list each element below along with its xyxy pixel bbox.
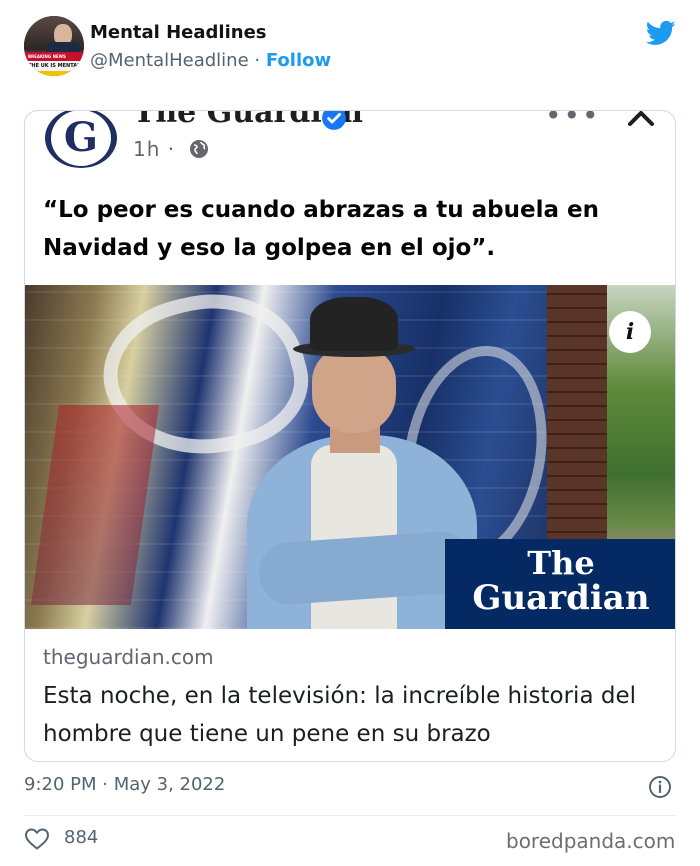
avatar-banner-main: THE UK IS MENTAL [24,61,84,71]
info-icon[interactable] [648,775,672,799]
avatar-banner-top: BREAKING NEWS [24,52,84,61]
post-time-row: 1h · [133,137,175,161]
post-time-separator: · [167,137,176,161]
person-face [312,347,396,433]
link-domain[interactable]: theguardian.com [43,645,214,669]
author-name[interactable]: Mental Headlines [90,22,267,43]
guardian-brand-line1: The [527,544,595,582]
author-handle[interactable]: @MentalHeadline [90,50,249,71]
author-handle-row: @MentalHeadline · Follow [90,50,331,71]
close-chevron-icon[interactable] [627,110,655,127]
more-dots-icon[interactable]: ••• [545,111,601,132]
tweet-card: BREAKING NEWS THE UK IS MENTAL Mental He… [0,0,700,866]
link-title[interactable]: Esta noche, en la televisión: la increíb… [43,677,663,753]
image-info-button[interactable]: i [609,311,651,353]
tweet-timestamp[interactable]: 9:20 PM · May 3, 2022 [24,774,225,795]
post-image[interactable]: i The Guardian [25,285,675,629]
author-avatar[interactable]: BREAKING NEWS THE UK IS MENTAL [24,16,84,76]
source-watermark: boredpanda.com [506,829,676,853]
footer-divider [24,815,676,816]
post-quote-text: “Lo peor es cuando abrazas a tu abuela e… [43,197,599,261]
embedded-post-card[interactable]: G The Guardian ••• 1h · “Lo peor es cuan… [24,110,676,762]
person-hat [310,297,398,351]
handle-separator: · [254,50,261,71]
globe-icon [190,140,208,158]
post-time[interactable]: 1h [133,137,160,161]
heart-icon[interactable] [24,827,50,851]
follow-button[interactable]: Follow [266,50,331,71]
guardian-brand-box: The Guardian [445,539,675,629]
twitter-bird-icon[interactable] [644,18,678,48]
logo-letter: G [63,114,99,161]
avatar-banner-ticker [24,71,84,76]
verified-badge-icon [322,111,346,130]
guardian-brand-line2: Guardian [472,578,650,618]
guardian-page-logo[interactable]: G [45,111,117,168]
likes-count[interactable]: 884 [64,827,98,848]
